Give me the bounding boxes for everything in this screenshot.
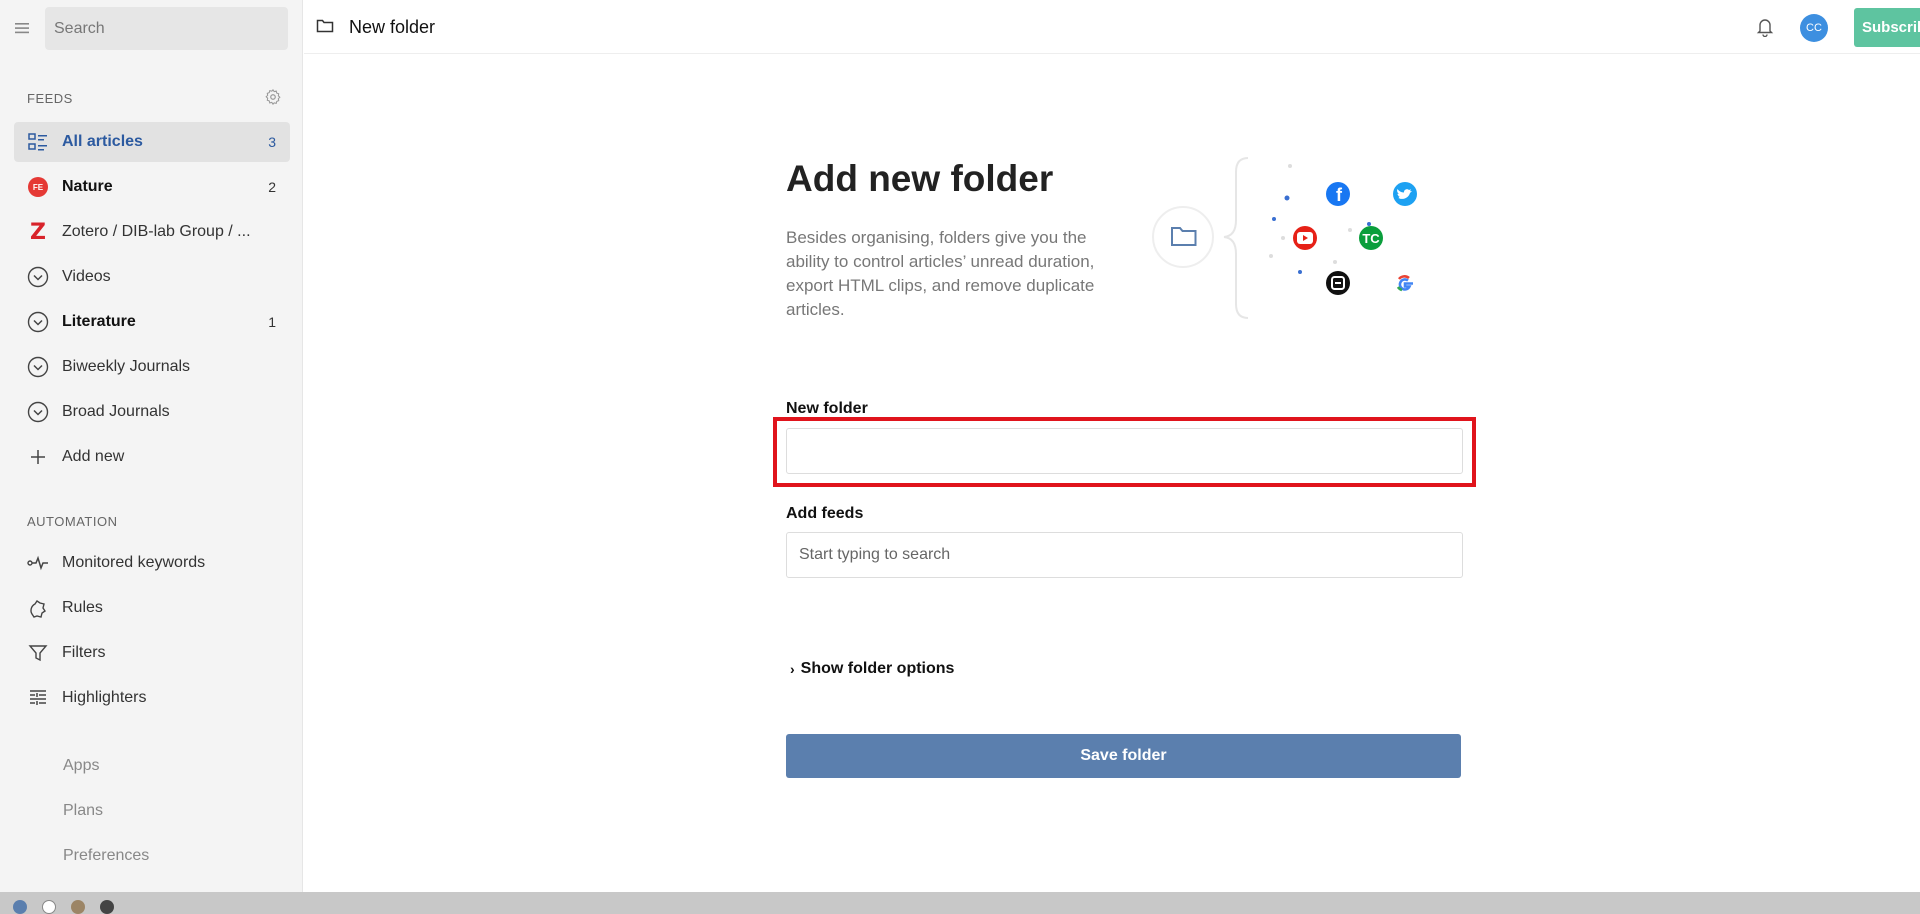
chevron-circle-icon [27,266,49,288]
show-folder-options-toggle[interactable]: › Show folder options [790,660,954,678]
sidebar-item-label: Zotero / DIB-lab Group / ... [62,223,251,240]
twitter-icon [1393,182,1417,206]
add-feeds-label: Add feeds [786,505,864,522]
show-folder-options-label: Show folder options [800,660,955,677]
menu-icon[interactable] [12,18,32,38]
nature-badge-icon: FE [28,177,48,197]
sidebar-item-label: Literature [62,313,136,330]
pulse-icon [27,552,49,574]
bell-icon[interactable] [1756,17,1774,37]
new-folder-label: New folder [786,400,868,417]
unread-count: 1 [268,314,276,330]
google-icon [1393,271,1417,295]
page-title: New folder [349,17,436,37]
sidebar-item-filters[interactable]: Filters [14,633,290,673]
sidebar-item-highlighters[interactable]: Highlighters [14,678,290,718]
sidebar-item-all-articles[interactable]: All articles 3 [14,122,290,162]
sidebar-item-label: Rules [62,599,103,616]
bottom-bar [0,892,1920,914]
unread-count: 3 [268,134,276,150]
sidebar-item-label: Videos [62,268,111,285]
add-new-button[interactable]: Add new [14,437,290,477]
rules-icon [27,597,49,619]
add-feeds-input[interactable] [786,532,1463,578]
feeds-section-label: FEEDS [27,91,73,106]
sidebar-item-label: Biweekly Journals [62,358,191,375]
sidebar-item-literature[interactable]: Literature 1 [14,302,290,342]
chevron-circle-icon [27,401,49,423]
techcrunch-icon: TC [1359,226,1383,250]
theme-dot-sepia[interactable] [71,900,85,914]
sidebar-item-label: Nature [62,178,113,195]
sidebar-item-broad-journals[interactable]: Broad Journals [14,392,290,432]
facebook-icon: f [1326,182,1350,206]
svg-text:f: f [1336,185,1343,205]
preferences-link[interactable]: Preferences [63,847,149,865]
youtube-icon [1293,226,1317,250]
page-heading: Add new folder [786,158,1054,199]
folder-icon [316,19,334,33]
filter-icon [27,642,49,664]
sidebar-item-videos[interactable]: Videos [14,257,290,297]
engadget-icon [1326,271,1350,295]
sidebar-item-label: Monitored keywords [62,554,206,571]
unread-count: 2 [268,179,276,195]
subscribe-button[interactable]: Subscribe [1854,8,1920,47]
sidebar-item-label: Filters [62,644,106,661]
sidebar-item-label: Broad Journals [62,403,170,420]
theme-dot-blue[interactable] [13,900,27,914]
sidebar-item-biweekly-journals[interactable]: Biweekly Journals [14,347,290,387]
sidebar-item-monitored-keywords[interactable]: Monitored keywords [14,543,290,583]
folder-name-input[interactable] [786,428,1463,474]
avatar[interactable]: CC [1800,14,1828,42]
save-folder-button[interactable]: Save folder [786,734,1461,778]
svg-text:TC: TC [1362,231,1380,246]
all-articles-icon [27,131,49,153]
sidebar-item-label: Add new [62,448,125,465]
sidebar-item-zotero[interactable]: Z Zotero / DIB-lab Group / ... [14,212,290,252]
topbar: New folder CC Subscribe [304,0,1920,54]
sidebar-item-rules[interactable]: Rules [14,588,290,628]
highlighter-icon [27,687,49,709]
plans-link[interactable]: Plans [63,802,103,820]
theme-dot-dark[interactable] [100,900,114,914]
chevron-right-icon: › [790,661,795,677]
apps-link[interactable]: Apps [63,757,99,775]
sidebar-item-label: Highlighters [62,689,147,706]
page-description: Besides organising, folders give you the… [786,228,1095,319]
search-input[interactable] [45,7,288,50]
sidebar-item-label: All articles [62,133,143,150]
chevron-circle-icon [27,311,49,333]
sidebar-item-nature[interactable]: FE Nature 2 [14,167,290,207]
automation-section-label: AUTOMATION [27,514,118,529]
theme-dot-white[interactable] [42,900,56,914]
gear-icon[interactable] [264,88,282,106]
integrations-illustration: f TC [1152,157,1417,319]
sidebar: FEEDS All articles 3 FE Nature 2 Z Zoter… [0,0,303,892]
zotero-icon: Z [30,219,46,245]
chevron-circle-icon [27,356,49,378]
plus-icon [27,446,49,468]
